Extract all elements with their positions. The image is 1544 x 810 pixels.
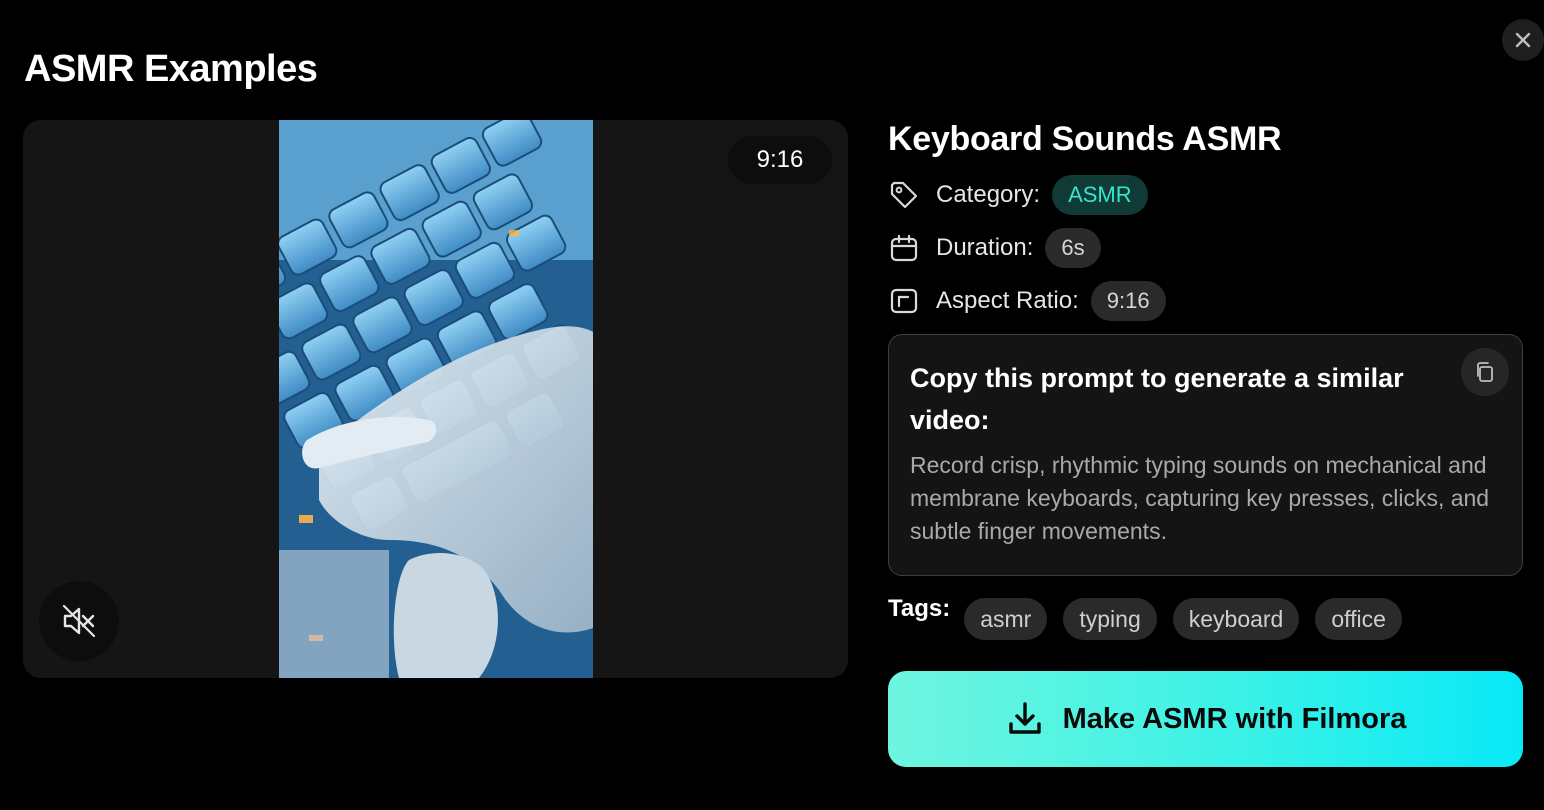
close-button[interactable] [1502,19,1544,61]
tag-chip[interactable]: office [1315,598,1402,640]
tags-label: Tags: [888,595,951,622]
duration-row: Duration: 6s [888,227,1101,269]
copy-prompt-button[interactable] [1461,348,1509,396]
duration-badge: 6s [1045,228,1101,268]
video-frame[interactable] [279,120,593,678]
make-with-filmora-button[interactable]: Make ASMR with Filmora [888,671,1523,767]
prompt-text: Record crisp, rhythmic typing sounds on … [910,452,1490,544]
duration-label: Duration: [936,234,1034,261]
tag-icon [888,179,920,211]
category-label: Category: [936,181,1041,208]
tag-chip[interactable]: asmr [964,598,1048,640]
aspect-ratio-label: Aspect Ratio: [936,287,1079,314]
aspect-ratio-icon [888,285,920,317]
tags-row: Tags: asmr typing keyboard office [888,595,1418,640]
calendar-icon [888,232,920,264]
tag-chip[interactable]: keyboard [1172,598,1300,640]
aspect-ratio-value: 9:16 [1090,281,1166,321]
prompt-heading: Copy this prompt to generate a similar v… [910,363,1404,435]
example-title: Keyboard Sounds ASMR [888,120,1282,158]
close-icon [1515,32,1531,48]
category-badge: ASMR [1052,175,1148,215]
category-row: Category: ASMR [888,174,1148,216]
copy-icon [1477,362,1493,382]
video-preview-image [279,120,593,678]
speaker-muted-icon [62,604,96,638]
aspect-ratio-row: Aspect Ratio: 9:16 [888,280,1166,322]
aspect-ratio-badge: 9:16 [728,136,832,184]
mute-toggle-button[interactable] [39,581,119,661]
prompt-card: Copy this prompt to generate a similar v… [888,334,1523,576]
cta-label: Make ASMR with Filmora [1062,702,1407,735]
tag-chip[interactable]: typing [1063,598,1157,640]
download-icon [1008,702,1041,734]
video-player[interactable]: 9:16 [23,120,848,678]
modal-title: ASMR Examples [24,48,318,90]
